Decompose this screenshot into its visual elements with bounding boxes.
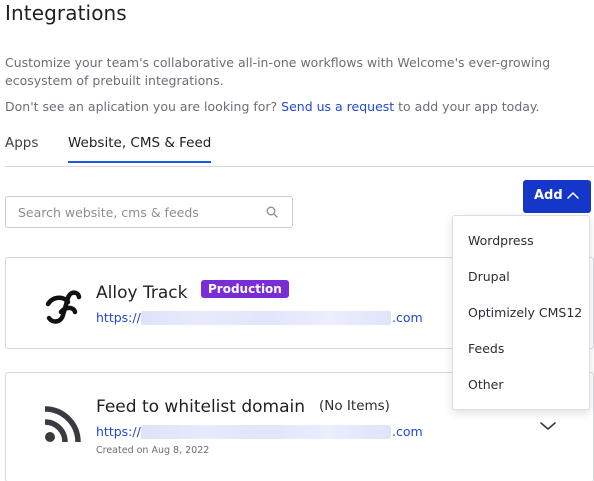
created-date: Created on Aug 8, 2022 [96, 445, 210, 456]
search-input[interactable] [18, 197, 258, 227]
integration-name: Alloy Track [96, 283, 188, 303]
integration-url-suffix[interactable]: .com [392, 424, 423, 439]
menu-item-wordpress[interactable]: Wordpress [468, 233, 534, 248]
tab-website-cms-feed[interactable]: Website, CMS & Feed [68, 135, 212, 163]
send-request-link[interactable]: Send us a request [281, 99, 394, 114]
chevron-down-icon[interactable] [540, 421, 556, 431]
page-description: Customize your team's collaborative all-… [5, 55, 551, 88]
tab-bar: Apps Website, CMS & Feed [5, 131, 594, 167]
add-button[interactable]: Add [523, 180, 591, 213]
menu-item-optimizely[interactable]: Optimizely CMS12 [468, 305, 582, 320]
menu-item-feeds[interactable]: Feeds [468, 341, 504, 356]
rss-icon [44, 406, 81, 443]
page-title: Integrations [5, 1, 127, 25]
alloy-logo-icon [45, 290, 82, 324]
chevron-up-icon [567, 192, 579, 199]
add-dropdown-menu: Wordpress Drupal Optimizely CMS12 Feeds … [452, 215, 590, 410]
integration-url-prefix[interactable]: https:// [96, 310, 141, 325]
integration-name: Feed to whitelist domain [96, 397, 305, 417]
integration-url-suffix[interactable]: .com [392, 310, 423, 325]
search-box [5, 196, 293, 228]
menu-item-drupal[interactable]: Drupal [468, 269, 510, 284]
request-prompt-prefix: Don't see an aplication you are looking … [5, 99, 278, 114]
request-prompt-suffix: to add your app today. [394, 99, 540, 114]
url-redacted [141, 425, 391, 439]
tab-apps[interactable]: Apps [5, 135, 38, 151]
url-redacted [141, 311, 391, 325]
feed-status: (No Items) [319, 398, 390, 414]
search-icon[interactable] [266, 206, 278, 218]
request-prompt: Don't see an aplication you are looking … [5, 98, 540, 116]
menu-item-other[interactable]: Other [468, 377, 504, 392]
integration-url-prefix[interactable]: https:// [96, 424, 141, 439]
status-badge: Production [201, 280, 289, 298]
add-button-label: Add [534, 188, 563, 203]
